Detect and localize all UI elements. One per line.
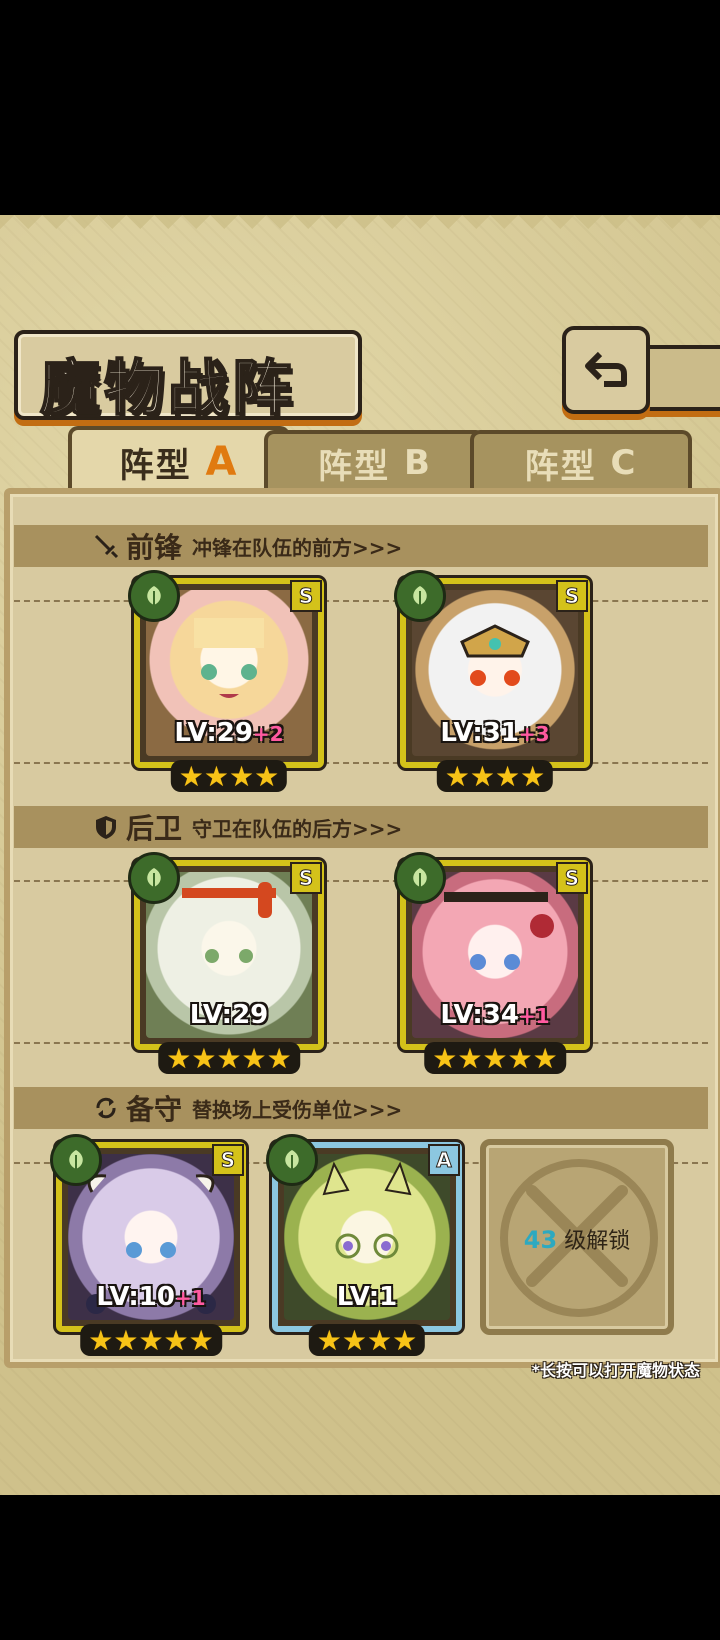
rank-badge: S: [556, 580, 588, 612]
star-rating: ★★★★: [436, 760, 554, 793]
level-text: LV:29: [189, 1000, 269, 1030]
monster-card-vanguard-1[interactable]: LV:29+2 S ★★★★: [128, 570, 324, 793]
rank-badge: S: [290, 862, 322, 894]
title-banner: 魔物战阵: [14, 330, 362, 425]
level-text: LV:34+1: [440, 1000, 550, 1030]
monster-card-vanguard-2[interactable]: LV:31+3 S ★★★★: [394, 570, 590, 793]
rearguard-name: 后卫: [126, 812, 183, 845]
sword-icon: [94, 534, 119, 559]
star-rating: ★★★★: [308, 1324, 426, 1357]
back-button[interactable]: [562, 326, 650, 414]
level-text: LV:31+3: [440, 718, 550, 748]
tab-letter: A: [205, 439, 239, 485]
rank-badge: S: [556, 862, 588, 894]
vanguard-desc: 冲锋在队伍的前方>>>: [192, 535, 403, 560]
rank-badge: A: [428, 1144, 460, 1176]
divider: [14, 1042, 708, 1044]
swap-icon: [96, 1097, 116, 1119]
rearguard-desc: 守卫在队伍的后方>>>: [192, 816, 403, 841]
divider: [14, 600, 708, 602]
reserve-desc: 替换场上受伤单位>>>: [192, 1097, 403, 1122]
tab-formation-a[interactable]: 阵型 A: [68, 426, 290, 494]
leaf-element-icon: [128, 852, 180, 904]
monster-card-rearguard-1[interactable]: LV:29 S ★★★★★: [128, 852, 324, 1075]
monster-card-reserve-2[interactable]: LV:1 A ★★★★: [266, 1134, 462, 1357]
leaf-element-icon: [394, 570, 446, 622]
unlock-level-text: 43 级解锁: [523, 1226, 631, 1254]
leaf-element-icon: [50, 1134, 102, 1186]
reserve-header: 备守 替换场上受伤单位>>>: [14, 1087, 708, 1129]
rank-badge: S: [212, 1144, 244, 1176]
leaf-element-icon: [128, 570, 180, 622]
vanguard-name: 前锋: [126, 531, 183, 564]
monster-card-reserve-1[interactable]: LV:10+1 S ★★★★★: [50, 1134, 246, 1357]
leaf-element-icon: [266, 1134, 318, 1186]
rearguard-header: 后卫 守卫在队伍的后方>>>: [14, 806, 708, 848]
level-text: LV:29+2: [174, 718, 284, 748]
star-rating: ★★★★★: [158, 1042, 300, 1075]
star-rating: ★★★★★: [80, 1324, 222, 1357]
long-press-hint: *长按可以打开魔物状态: [531, 1361, 700, 1380]
monster-card-rearguard-2[interactable]: LV:34+1 S ★★★★★: [394, 852, 590, 1075]
tab-letter: B: [403, 443, 432, 483]
top-zigzag-border: [0, 215, 720, 243]
back-arrow-icon: [585, 351, 627, 387]
divider: [14, 762, 708, 764]
tab-formation-c[interactable]: 阵型 C: [470, 430, 692, 492]
tab-label: 阵型: [524, 446, 597, 487]
formation-tabs: 阵型 A 阵型 B 阵型 C: [14, 426, 706, 494]
page-title: 魔物战阵: [39, 353, 296, 425]
tab-label: 阵型: [318, 446, 391, 487]
reserve-name: 备守: [126, 1093, 183, 1126]
tab-formation-b[interactable]: 阵型 B: [264, 430, 486, 492]
divider: [14, 880, 708, 882]
tab-letter: C: [610, 443, 638, 483]
vanguard-header: 前锋 冲锋在队伍的前方>>>: [14, 525, 708, 567]
level-text: LV:10+1: [96, 1282, 206, 1312]
level-text: LV:1: [336, 1282, 398, 1312]
shield-icon: [96, 816, 116, 839]
leaf-element-icon: [394, 852, 446, 904]
star-rating: ★★★★★: [424, 1042, 566, 1075]
star-rating: ★★★★: [170, 760, 288, 793]
tab-label: 阵型: [119, 445, 192, 486]
locked-slot[interactable]: 43 级解锁: [480, 1139, 674, 1335]
rank-badge: S: [290, 580, 322, 612]
